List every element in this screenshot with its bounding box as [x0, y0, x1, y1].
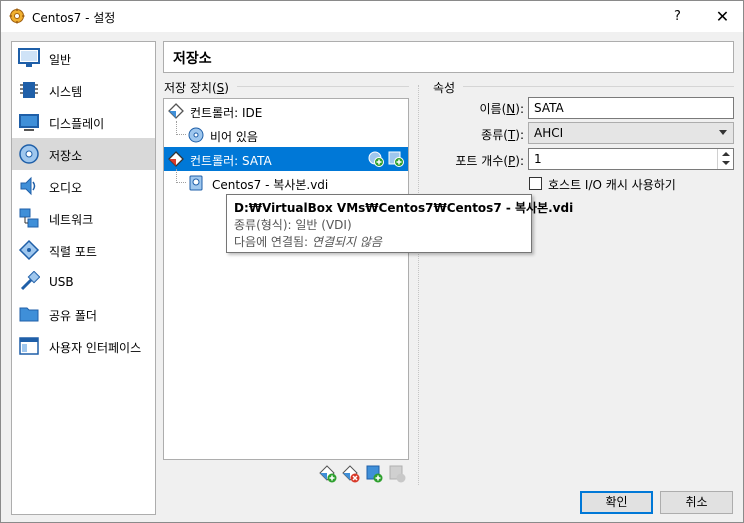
host-io-cache-checkbox[interactable] [529, 177, 542, 190]
tree-item-label: 비어 있음 [210, 130, 258, 144]
type-label: 종류(T): [481, 128, 524, 142]
spin-up-icon[interactable] [722, 152, 730, 156]
sidebar-item-label: 일반 [49, 53, 72, 67]
tree-item-controller-ide[interactable]: 컨트롤러: IDE [164, 99, 408, 123]
ok-button[interactable]: 확인 [580, 491, 653, 514]
tooltip-type: 종류(형식): 일반 (VDI) [234, 218, 352, 232]
type-select[interactable]: AHCI [528, 122, 734, 144]
sidebar-item-user-interface[interactable]: 사용자 인터페이스 [12, 330, 155, 362]
host-io-cache-label: 호스트 I/O 캐시 사용하기 [548, 178, 676, 192]
type-value: AHCI [534, 126, 564, 140]
group-divider [463, 86, 734, 87]
spin-down-icon[interactable] [722, 161, 730, 165]
usb-icon [20, 271, 40, 291]
sidebar-item-label: 사용자 인터페이스 [49, 341, 142, 355]
ui-icon [19, 337, 39, 355]
page-header: 저장소 [163, 41, 734, 73]
sidebar-item-general[interactable]: 일반 [12, 42, 155, 74]
remove-attachment-icon [389, 465, 406, 483]
sidebar-item-usb[interactable]: USB [12, 266, 155, 298]
controller-icon [168, 103, 184, 119]
port-count-value: 1 [534, 152, 542, 166]
disk-icon [19, 144, 39, 164]
port-count-stepper[interactable]: 1 [528, 148, 734, 170]
disk-tooltip: D:₩VirtualBox VMs₩Centos7₩Centos7 - 복사본.… [226, 194, 573, 253]
add-controller-icon[interactable] [319, 465, 337, 483]
spin-buttons[interactable] [717, 149, 733, 169]
window-title: Centos7 - 설정 [32, 11, 116, 25]
name-value: SATA [534, 101, 564, 115]
sidebar-item-shared-folders[interactable]: 공유 폴더 [12, 298, 155, 330]
add-attachment-icon[interactable] [365, 465, 383, 483]
sidebar-item-label: 디스플레이 [49, 117, 105, 131]
tree-item-empty-optical[interactable]: 비어 있음 [164, 123, 408, 147]
sidebar-item-storage[interactable]: 저장소 [12, 138, 155, 170]
add-hard-disk-icon[interactable] [388, 151, 404, 167]
sidebar-item-audio[interactable]: 오디오 [12, 170, 155, 202]
tree-item-label: Centos7 - 복사본.vdi [212, 178, 329, 192]
page-title: 저장소 [173, 51, 212, 67]
tree-item-label: 컨트롤러: IDE [190, 106, 263, 120]
sidebar-item-system[interactable]: 시스템 [12, 74, 155, 106]
hard-disk-icon [189, 175, 203, 191]
serial-port-icon [18, 239, 40, 261]
storage-tree[interactable]: 컨트롤러: IDE 비어 있음 컨트롤러: SATA Centos7 - 복사본… [163, 98, 409, 460]
settings-window: Centos7 - 설정 ? ✕ 일반 시스템 디스플레이 저장소 오디오 네트… [0, 0, 744, 523]
settings-sidebar: 일반 시스템 디스플레이 저장소 오디오 네트워크 직렬 포트 USB 공유 폴… [11, 41, 156, 515]
cancel-button[interactable]: 취소 [660, 491, 733, 514]
group-divider [237, 86, 409, 87]
virtualbox-gear-icon [9, 8, 25, 24]
monitor-icon [18, 48, 40, 67]
sidebar-item-label: 직렬 포트 [49, 245, 97, 259]
sidebar-item-label: 오디오 [49, 181, 83, 195]
sidebar-item-serial-ports[interactable]: 직렬 포트 [12, 234, 155, 266]
name-input[interactable]: SATA [528, 97, 734, 119]
storage-devices-label: 저장 장치(S) [164, 81, 229, 95]
tooltip-attached: 다음에 연결됨: 연결되지 않음 [234, 235, 382, 249]
sidebar-item-network[interactable]: 네트워크 [12, 202, 155, 234]
name-label: 이름(N): [479, 102, 524, 116]
close-button[interactable]: ✕ [700, 1, 744, 32]
sidebar-item-label: 저장소 [49, 149, 83, 163]
controller-icon [168, 151, 184, 167]
chip-icon [20, 82, 38, 98]
pane-splitter[interactable] [418, 85, 419, 485]
network-icon [19, 208, 39, 228]
tree-item-controller-sata[interactable]: 컨트롤러: SATA [164, 147, 408, 171]
speaker-icon [20, 176, 36, 196]
sidebar-item-label: 시스템 [49, 85, 83, 99]
folder-icon [19, 307, 39, 322]
sidebar-item-display[interactable]: 디스플레이 [12, 106, 155, 138]
remove-controller-icon[interactable] [342, 465, 360, 483]
help-button[interactable]: ? [655, 1, 700, 32]
sidebar-item-label: USB [49, 275, 74, 289]
optical-disc-icon [188, 127, 204, 143]
tree-item-hard-disk[interactable]: Centos7 - 복사본.vdi [164, 171, 408, 195]
port-count-label: 포트 개수(P): [455, 154, 524, 168]
tree-item-label: 컨트롤러: SATA [190, 154, 272, 168]
sidebar-item-label: 공유 폴더 [49, 309, 97, 323]
add-optical-drive-icon[interactable] [368, 151, 384, 167]
display-icon [19, 114, 39, 131]
chevron-down-icon [719, 130, 727, 135]
attributes-label: 속성 [433, 81, 456, 95]
tooltip-path: D:₩VirtualBox VMs₩Centos7₩Centos7 - 복사본.… [234, 201, 574, 215]
sidebar-item-label: 네트워크 [49, 213, 94, 227]
title-bar: Centos7 - 설정 ? ✕ [1, 1, 743, 32]
